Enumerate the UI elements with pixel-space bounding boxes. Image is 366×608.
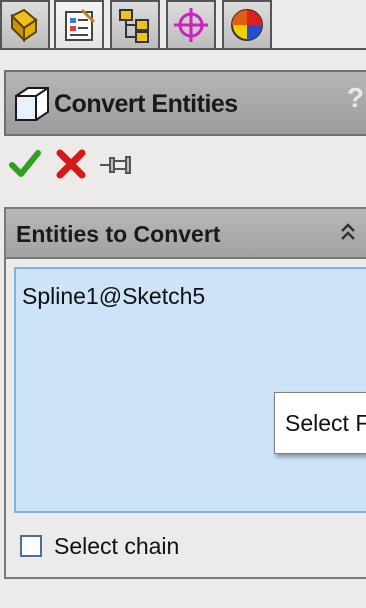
pushpin-button[interactable]: [96, 145, 134, 183]
feature-manager-icon: [10, 8, 38, 43]
tab-dimxpert-manager[interactable]: [166, 0, 216, 50]
list-item[interactable]: Spline1@Sketch5: [22, 283, 205, 310]
configuration-manager-icon: [119, 9, 149, 43]
tab-property-manager[interactable]: [54, 0, 104, 50]
convert-entities-icon: [15, 87, 49, 121]
tooltip-text: Select Fa: [285, 410, 366, 436]
page-title: Convert Entities: [54, 90, 238, 118]
tooltip: Select Fa: [274, 392, 366, 454]
tab-configuration-manager[interactable]: [110, 0, 160, 50]
help-icon[interactable]: ?: [347, 82, 364, 114]
property-manager-icon: [65, 8, 96, 41]
tab-feature-manager[interactable]: [0, 0, 50, 50]
dimxpert-icon: [174, 8, 208, 42]
action-bar: [0, 145, 366, 185]
pushpin-icon: [100, 156, 131, 174]
double-chevron-up-icon[interactable]: [338, 221, 358, 243]
cancel-button[interactable]: [52, 145, 90, 183]
group-header[interactable]: Entities to Convert: [6, 209, 366, 259]
select-chain-label: Select chain: [54, 533, 180, 559]
ok-button[interactable]: [6, 145, 44, 183]
select-chain-checkbox[interactable]: [20, 535, 42, 557]
cancel-x-icon: [56, 149, 86, 179]
tab-display-manager[interactable]: [222, 0, 272, 50]
group-title: Entities to Convert: [16, 221, 221, 247]
tab-bar-divider: [0, 48, 366, 50]
manager-tab-bar: [0, 0, 366, 62]
ok-check-icon: [9, 150, 41, 177]
display-manager-icon: [231, 9, 263, 41]
property-manager-header: Convert Entities ?: [4, 70, 366, 136]
selected-entities-list[interactable]: Spline1@Sketch5: [14, 267, 366, 513]
